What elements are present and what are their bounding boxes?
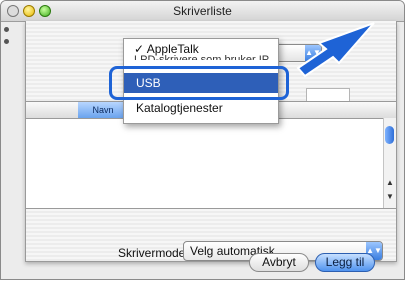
add-button[interactable]: Legg til — [315, 253, 375, 272]
printer-list-window: Skriverliste ▲▼ Skrivermodell: Velg auto… — [0, 0, 405, 280]
side-indicator-icon — [4, 27, 9, 32]
menu-item-katalogtjenester[interactable]: Katalogtjenester — [136, 101, 290, 115]
column-header-navn[interactable]: Navn — [78, 102, 128, 118]
scroll-up-arrow-icon[interactable]: ▲ — [384, 178, 396, 187]
scroll-down-arrow-icon[interactable]: ▼ — [384, 192, 396, 201]
scroll-thumb[interactable] — [385, 126, 394, 144]
usb-highlight-frame — [109, 66, 289, 100]
callout-arrow-icon — [296, 22, 375, 78]
menu-item-lpd-partial[interactable]: LPD-skrivere som bruker IP — [134, 54, 288, 60]
vertical-scrollbar[interactable]: ▲ ▼ — [383, 118, 396, 208]
side-indicator-icon — [4, 39, 9, 44]
cancel-button[interactable]: Avbryt — [249, 253, 309, 272]
